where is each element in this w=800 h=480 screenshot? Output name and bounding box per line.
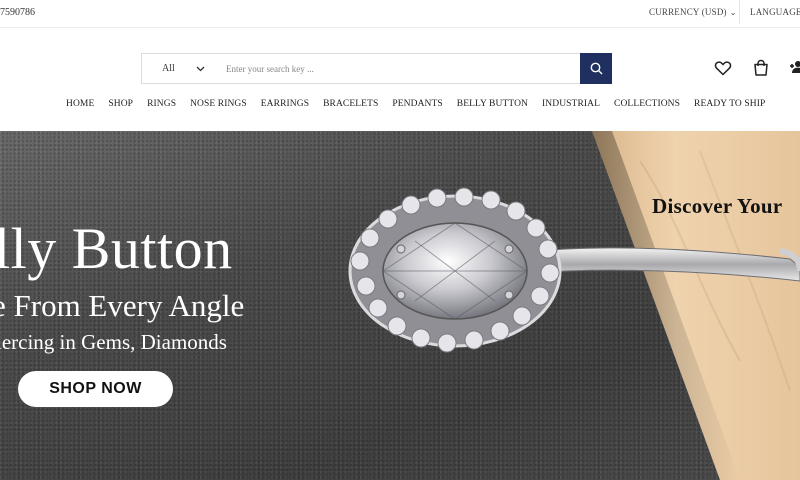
currency-selector[interactable]: CURRENCY (USD) ⌄ (649, 7, 737, 17)
nav-item-bracelets[interactable]: BRACELETS (323, 99, 378, 109)
chevron-down-icon (196, 64, 205, 74)
hero-title: lly Button (0, 216, 233, 281)
nav-item-ready-to-ship[interactable]: READY TO SHIP (694, 99, 765, 109)
currency-label: CURRENCY (USD) (649, 7, 727, 17)
language-selector[interactable]: LANGUAGE (750, 7, 800, 17)
hero-banner[interactable]: Discover Your lly Button e From Every An… (0, 131, 800, 480)
search-category-select[interactable]: All (142, 54, 215, 83)
nav-item-industrial[interactable]: INDUSTRIAL (542, 99, 600, 109)
search-category-value: All (162, 63, 175, 74)
hero-tagline: iercing in Gems, Diamonds (0, 330, 227, 354)
search-input[interactable] (220, 54, 580, 83)
shop-now-button[interactable]: SHOP NOW (18, 371, 173, 407)
wishlist-button[interactable] (713, 58, 733, 78)
nav-item-pendants[interactable]: PENDANTS (392, 99, 442, 109)
nav-item-earrings[interactable]: EARRINGS (261, 99, 309, 109)
nav-item-collections[interactable]: COLLECTIONS (614, 99, 680, 109)
topbar-divider (739, 0, 740, 24)
hero-subtitle: e From Every Angle (0, 288, 245, 323)
user-add-icon (790, 61, 800, 73)
search-icon (590, 62, 602, 75)
nav-item-nose-rings[interactable]: NOSE RINGS (190, 99, 247, 109)
nav-item-belly-button[interactable]: BELLY BUTTON (457, 99, 528, 109)
cart-button[interactable] (751, 58, 771, 78)
main-nav: HOME SHOP RINGS NOSE RINGS EARRINGS BRAC… (66, 97, 779, 111)
phone-number[interactable]: 7590786 (0, 7, 35, 18)
nav-item-shop[interactable]: SHOP (108, 99, 133, 109)
top-bar: 7590786 CURRENCY (USD) ⌄ LANGUAGE (0, 0, 800, 28)
nav-item-rings[interactable]: RINGS (147, 99, 176, 109)
chevron-down-icon: ⌄ (729, 8, 737, 17)
nav-item-home[interactable]: HOME (66, 99, 94, 109)
heart-icon (714, 61, 732, 76)
account-button[interactable] (789, 58, 800, 78)
search-button[interactable] (580, 53, 612, 84)
search-bar: All (141, 53, 612, 84)
shopping-bag-icon (754, 59, 768, 76)
